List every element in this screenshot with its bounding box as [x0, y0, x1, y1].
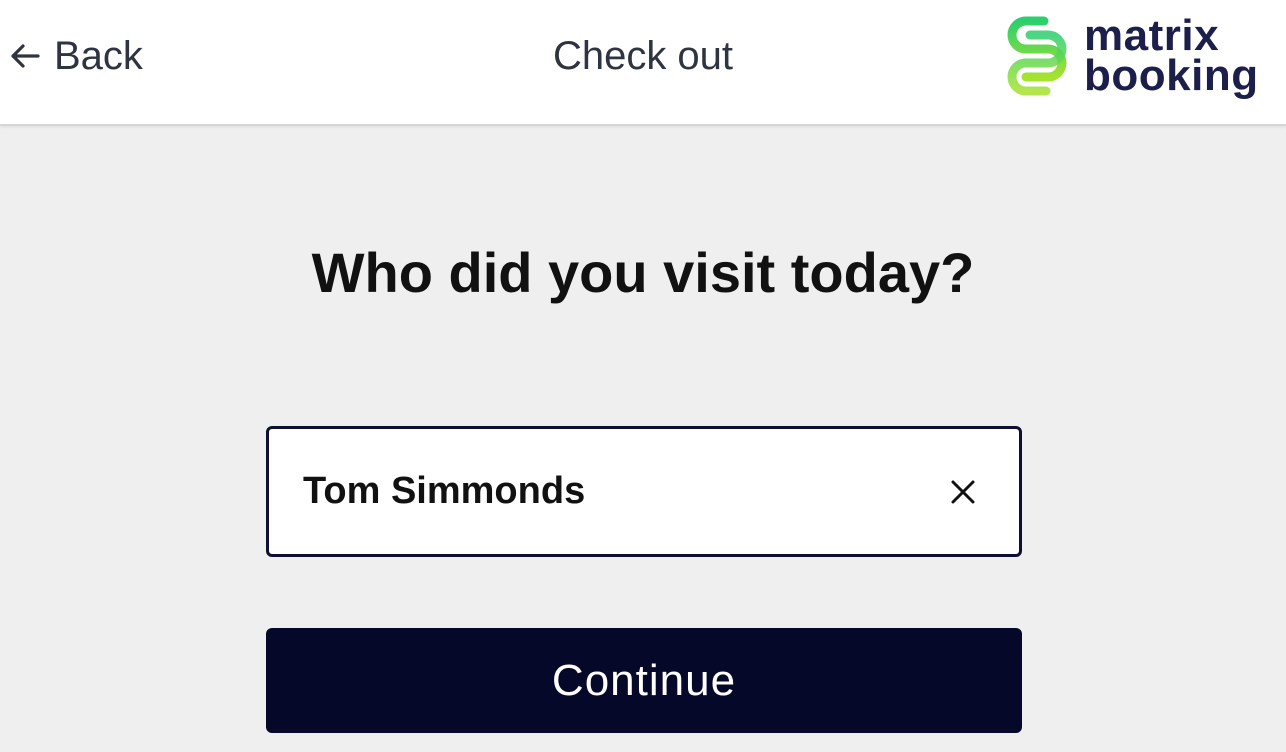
- host-name-input[interactable]: [269, 428, 943, 555]
- logo-text-line2: booking: [1084, 51, 1259, 100]
- back-button-label: Back: [54, 33, 143, 78]
- arrow-left-icon: [8, 39, 42, 73]
- app-header: Back Check out matrix booking: [0, 0, 1286, 126]
- clear-input-button[interactable]: [943, 472, 983, 512]
- question-heading: Who did you visit today?: [311, 241, 975, 304]
- visitor-host-field: [266, 426, 1022, 557]
- logo-text-line1: matrix: [1084, 11, 1220, 60]
- back-button[interactable]: Back: [8, 28, 143, 84]
- continue-button[interactable]: Continue: [266, 628, 1022, 733]
- close-icon: [951, 480, 975, 503]
- matrix-booking-logo: matrix booking: [1004, 10, 1259, 102]
- matrix-booking-logo-mark-icon: [1007, 16, 1067, 96]
